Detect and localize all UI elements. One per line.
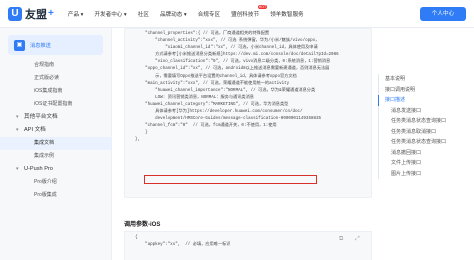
sidebar: ▣ 消息推送 合规指南 正式版必读 iOS集成指南 iOS证书配置指南 ▾ 其他平台文档 ▾… (0, 28, 112, 260)
toc-item[interactable]: 任务类消息状态查询接口 (379, 116, 468, 127)
nav-item[interactable]: 合规专区 (198, 10, 220, 18)
push-icon: ▣ (14, 40, 25, 51)
main-menu: 产品 ▾ 开发者中心 ▾ 社区 品牌动态 ▾ 合规专区 盟创科技节 HOT 领羊数智服务 (68, 4, 315, 18)
logo-text: 友盟 (25, 8, 47, 21)
code-line: }, (125, 138, 141, 143)
toc-item[interactable]: 消息发送接口 (379, 106, 468, 117)
sidebar-group[interactable]: ▾ U-Push Pro (0, 163, 111, 176)
code-line: "huawei_channel_category":"MARKETING", /… (125, 102, 289, 107)
code-line: { (135, 236, 138, 240)
copy-icon[interactable]: ⧉ (339, 236, 343, 243)
sidebar-header[interactable]: ▣ 消息推送 (8, 35, 103, 55)
code-block-ios: ⧉ ⤢ { "appkey":"xx", // 必填，应用唯一标识 (124, 231, 372, 260)
code-line: "appkey":"xx", // 必填，应用唯一标识 (135, 243, 231, 248)
logo-icon: U (8, 6, 22, 21)
toc-item[interactable]: 任务类消息取消接口 (379, 127, 468, 138)
toc-item[interactable]: 基本说明 (379, 74, 468, 85)
table-of-contents: 基本说明 接口调用说明 接口描述 消息发送接口 任务类消息状态查询接口 任务类消息取消接口… (378, 74, 468, 179)
nav-item[interactable]: 品牌动态 ▾ (160, 10, 187, 18)
code-block: "channel_properties":{ // 可选，厂商通道相关的特殊配置… (124, 28, 372, 198)
sidebar-item[interactable]: 集成文档 (0, 137, 111, 150)
code-line: "main_activity":"xxx", // 可选，荣耀通道不能使用统一的… (125, 81, 290, 86)
sidebar-item[interactable]: iOS证书配置指南 (0, 98, 111, 111)
sidebar-item[interactable]: iOS集成指南 (0, 85, 111, 98)
code-text: "channel_properties":{ // 可选，厂商通道相关的特殊配置… (125, 29, 371, 145)
logo-plus: + (48, 8, 54, 19)
top-navigation: U 友盟 + 产品 ▾ 开发者中心 ▾ 社区 品牌动态 ▾ 合规专区 盟创科技节 HOT 领羊… (0, 0, 474, 28)
code-line: 示，需要填写Oppo推送平台设置的channel_id，具体请参考oppo官方文… (125, 74, 297, 79)
code-line: 具体请参考[华为]https://developer.huawei.com/co… (125, 110, 303, 115)
sidebar-header-label: 消息推送 (30, 42, 51, 49)
sidebar-item[interactable]: 集成示例 (0, 150, 111, 163)
code-line: "huawei_channel_importance":"NORMAL", //… (125, 88, 316, 93)
toc-item[interactable]: 任务类消息状态查询接口 (379, 137, 468, 148)
toc-item[interactable]: 文件上传接口 (379, 158, 468, 169)
chevron-down-icon: ▾ (16, 114, 19, 120)
toc-item[interactable]: 消息撤回接口 (379, 148, 468, 159)
highlight-box (144, 175, 317, 184)
sidebar-item[interactable]: 正式版必读 (0, 72, 111, 85)
main-content: "channel_properties":{ // 可选，厂商通道相关的特殊配置… (118, 28, 372, 260)
section-title: 调用参数-iOS (124, 222, 161, 228)
nav-item[interactable]: 盟创科技节 HOT (231, 4, 268, 18)
code-line: development/HMSCore-Guides/message-class… (125, 117, 322, 122)
sidebar-group[interactable]: ▾ API 文档 (0, 124, 111, 137)
code-line: "xiaomi_channel_id":"xx", // 可选，小米channe… (125, 46, 318, 51)
sidebar-item[interactable]: 合规指南 (0, 59, 111, 72)
sidebar-group[interactable]: ▾ 其他平台文档 (0, 111, 111, 124)
chevron-down-icon: ▾ (16, 166, 19, 172)
sidebar-list: 合规指南 正式版必读 iOS集成指南 iOS证书配置指南 ▾ 其他平台文档 ▾ API 文档集… (0, 59, 111, 202)
code-line: "oppo_channel_id":"xx", // 可选，android8以上… (125, 67, 330, 72)
nav-item[interactable]: 开发者中心 ▾ (94, 10, 126, 18)
nav-item[interactable]: 领羊数智服务 (270, 10, 304, 18)
chevron-down-icon: ▾ (16, 127, 19, 133)
toc-item[interactable]: 图片上传接口 (379, 169, 468, 180)
code-line: "channel_properties":{ // 可选，厂商通道相关的特殊配置 (125, 32, 270, 36)
hot-badge: HOT (257, 4, 268, 9)
nav-item[interactable]: 社区 (138, 10, 149, 18)
logo[interactable]: U 友盟 + (8, 6, 54, 22)
sidebar-item[interactable]: Pro版集成 (0, 189, 111, 202)
code-line: "channel_fcm":"0" // 可选，fcm通道开关，0:不使用，1:… (125, 124, 277, 129)
nav-item[interactable]: 产品 ▾ (68, 10, 84, 18)
toc-item[interactable]: 接口描述 (378, 95, 468, 106)
user-center-button[interactable]: 个人中心 (420, 7, 466, 21)
code-text-ios: { "appkey":"xx", // 必填，应用唯一标识 (125, 232, 371, 249)
code-line: "vivo_classification":"0", // 可选，vivo消息二… (125, 60, 331, 65)
code-line: LOW: 资讯营销类消息，NORMAL：服务与通讯类消息 (125, 95, 254, 100)
expand-icon[interactable]: ⤢ (355, 236, 360, 243)
code-line: "channel_activity":"xxx", // 可选 系统弹窗，华为/… (125, 39, 320, 44)
code-line: } (125, 131, 148, 136)
sidebar-item[interactable]: Pro版介绍 (0, 176, 111, 189)
toc-item[interactable]: 接口调用说明 (379, 85, 468, 96)
code-line: 方式请参考[小米推送消息分类新规]https://dev.mi.com/cons… (125, 53, 339, 58)
